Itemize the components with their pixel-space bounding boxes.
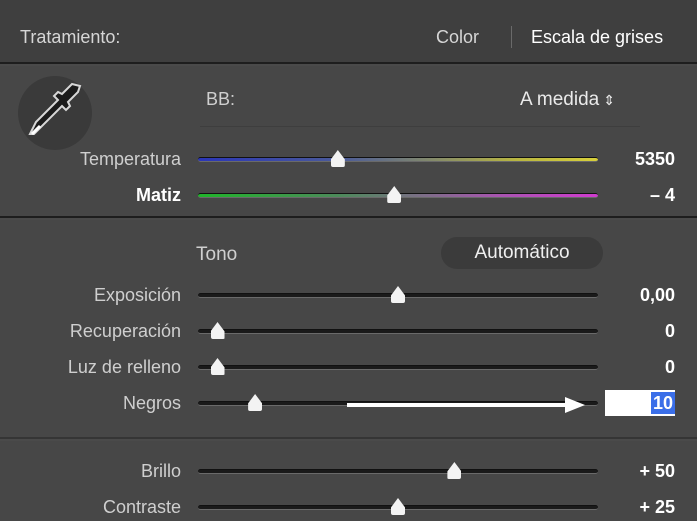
brightness-value[interactable]: + 50 bbox=[639, 461, 675, 482]
white-balance-dropdown[interactable]: A medida ⇕ bbox=[520, 89, 615, 111]
contrast-label: Contraste bbox=[102, 497, 181, 517]
blacks-value-selected: 10 bbox=[650, 392, 675, 414]
brightness-slider[interactable] bbox=[198, 469, 598, 474]
exposure-value[interactable]: 0,00 bbox=[640, 285, 675, 306]
fill-light-value[interactable]: 0 bbox=[665, 357, 675, 378]
presence-section: Brillo + 50 Contraste + 25 bbox=[0, 441, 697, 521]
temperature-label: Temperatura bbox=[79, 149, 181, 169]
grayscale-option[interactable]: Escala de grises bbox=[531, 27, 663, 48]
divider bbox=[200, 126, 640, 127]
white-balance-eyedropper-icon[interactable] bbox=[18, 76, 92, 150]
temperature-value[interactable]: 5350 bbox=[635, 149, 675, 170]
tone-label: Tono bbox=[196, 244, 238, 265]
white-balance-section: BB: A medida ⇕ Temperatura 5350 Matiz – 4 bbox=[0, 66, 697, 218]
treatment-label: Tratamiento: bbox=[20, 27, 121, 47]
contrast-row: Contraste + 25 bbox=[0, 492, 697, 521]
tint-value[interactable]: – 4 bbox=[650, 185, 675, 206]
exposure-label: Exposición bbox=[93, 285, 181, 305]
fill-light-slider[interactable] bbox=[198, 365, 598, 370]
white-balance-value: A medida bbox=[520, 89, 600, 110]
recovery-value[interactable]: 0 bbox=[665, 321, 675, 342]
recovery-row: Recuperación 0 bbox=[0, 316, 697, 346]
color-option[interactable]: Color bbox=[436, 27, 479, 48]
tint-row: Matiz – 4 bbox=[0, 180, 697, 210]
dropdown-arrows-icon: ⇕ bbox=[603, 92, 615, 108]
blacks-value-field[interactable]: 10 bbox=[605, 390, 675, 416]
option-divider bbox=[511, 26, 512, 48]
temperature-slider[interactable] bbox=[198, 157, 598, 162]
contrast-value[interactable]: + 25 bbox=[639, 497, 675, 518]
tint-label: Matiz bbox=[136, 185, 181, 205]
brightness-label: Brillo bbox=[140, 461, 181, 481]
exposure-row: Exposición 0,00 bbox=[0, 280, 697, 310]
recovery-label: Recuperación bbox=[69, 321, 181, 341]
fill-light-row: Luz de relleno 0 bbox=[0, 352, 697, 382]
pointer-arrow-icon bbox=[347, 397, 585, 413]
temperature-row: Temperatura 5350 bbox=[0, 144, 697, 174]
white-balance-label: BB: bbox=[206, 89, 236, 109]
brightness-row: Brillo + 50 bbox=[0, 456, 697, 486]
treatment-header: Tratamiento: Color Escala de grises bbox=[0, 0, 697, 64]
auto-tone-button[interactable]: Automático bbox=[441, 237, 603, 269]
blacks-label: Negros bbox=[122, 393, 181, 413]
recovery-slider[interactable] bbox=[198, 329, 598, 334]
fill-light-label: Luz de relleno bbox=[67, 357, 181, 377]
